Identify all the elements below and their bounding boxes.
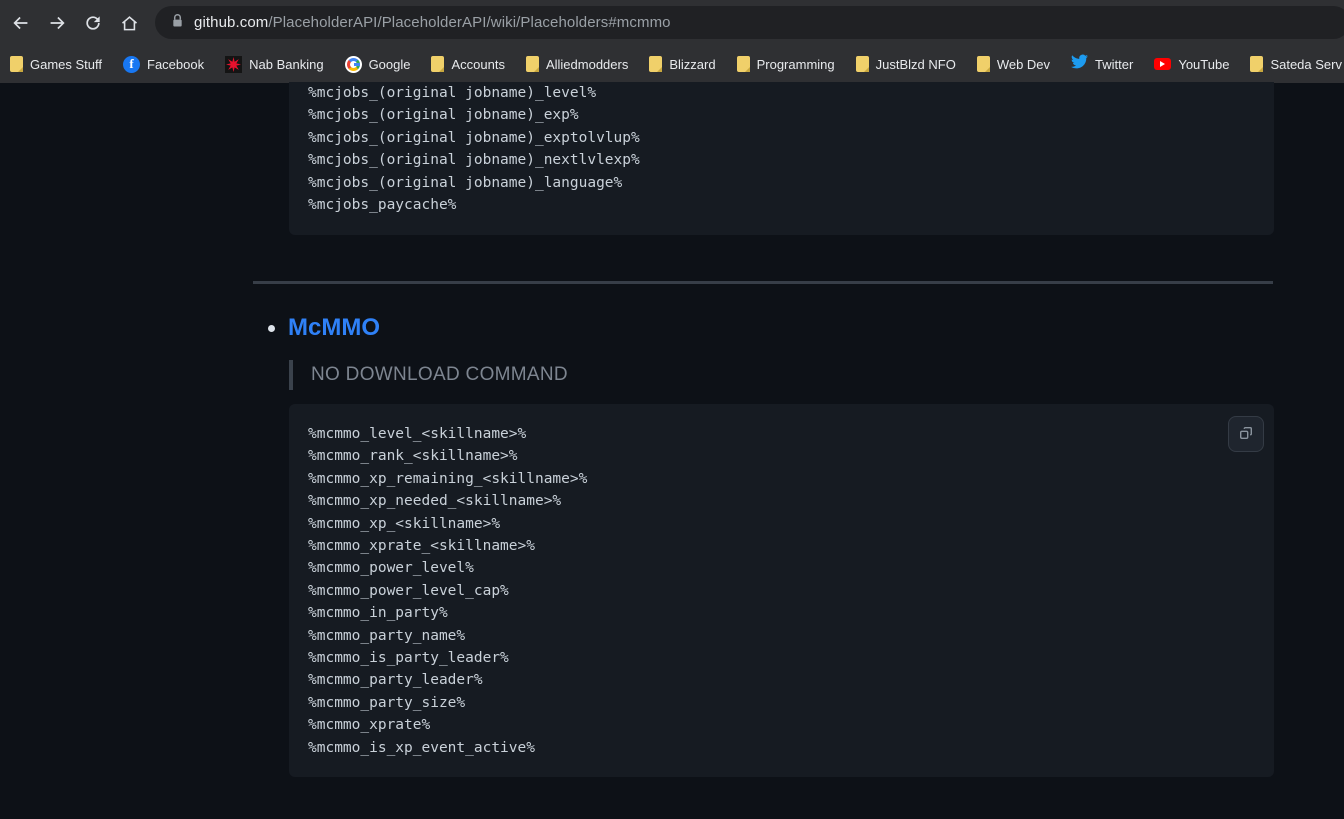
folder-icon <box>737 56 750 72</box>
youtube-icon <box>1154 58 1171 70</box>
no-download-note: NO DOWNLOAD COMMAND <box>289 360 568 390</box>
folder-icon <box>649 56 662 72</box>
mcjobs-code-block: %mcjobs_(original jobname)_level% %mcjob… <box>289 82 1274 235</box>
bookmark-games-stuff[interactable]: Games Stuff <box>10 51 102 77</box>
folder-icon <box>977 56 990 72</box>
twitter-icon <box>1071 54 1088 74</box>
home-button[interactable] <box>115 9 143 37</box>
address-bar[interactable]: github.com/PlaceholderAPI/PlaceholderAPI… <box>155 6 1344 39</box>
bookmark-twitter[interactable]: Twitter <box>1071 51 1133 77</box>
bookmark-blizzard[interactable]: Blizzard <box>649 51 715 77</box>
google-icon <box>345 56 362 73</box>
section-divider <box>253 281 1273 284</box>
copy-button[interactable] <box>1228 416 1264 452</box>
folder-icon <box>1250 56 1263 72</box>
bookmark-justblzd-nfo[interactable]: JustBlzd NFO <box>856 51 956 77</box>
bookmark-accounts[interactable]: Accounts <box>431 51 504 77</box>
back-icon <box>10 12 32 34</box>
copy-icon <box>1238 425 1254 444</box>
bookmark-facebook[interactable]: fFacebook <box>123 51 204 77</box>
lock-icon[interactable] <box>171 13 184 33</box>
mcmmo-code-block: %mcmmo_level_<skillname>% %mcmmo_rank_<s… <box>289 404 1274 777</box>
url-text: github.com/PlaceholderAPI/PlaceholderAPI… <box>194 14 671 31</box>
folder-icon <box>10 56 23 72</box>
folder-icon <box>856 56 869 72</box>
home-icon <box>119 13 140 34</box>
list-bullet <box>268 325 275 332</box>
no-download-note-text: NO DOWNLOAD COMMAND <box>311 364 568 386</box>
bookmark-youtube[interactable]: YouTube <box>1154 51 1229 77</box>
bookmarks-bar: Games Stuff fFacebook Nab Banking Google… <box>0 45 1344 83</box>
browser-toolbar: github.com/PlaceholderAPI/PlaceholderAPI… <box>0 0 1344 45</box>
bookmark-google[interactable]: Google <box>345 51 411 77</box>
reload-icon <box>83 13 103 33</box>
url-domain: github.com <box>194 14 268 31</box>
forward-button[interactable] <box>43 9 71 37</box>
mcmmo-code-text: %mcmmo_level_<skillname>% %mcmmo_rank_<s… <box>289 404 1274 778</box>
reload-button[interactable] <box>79 9 107 37</box>
bookmark-alliedmodders[interactable]: Alliedmodders <box>526 51 628 77</box>
wiki-page-content: %mcjobs_(original jobname)_level% %mcjob… <box>0 83 1344 819</box>
browser-window: github.com/PlaceholderAPI/PlaceholderAPI… <box>0 0 1344 819</box>
nab-star-icon <box>225 56 242 73</box>
bookmark-nab-banking[interactable]: Nab Banking <box>225 51 323 77</box>
bookmark-sateda-serv[interactable]: Sateda Serv <box>1250 51 1342 77</box>
facebook-icon: f <box>123 56 140 73</box>
forward-icon <box>46 12 68 34</box>
folder-icon <box>431 56 444 72</box>
bookmark-programming[interactable]: Programming <box>737 51 835 77</box>
back-button[interactable] <box>7 9 35 37</box>
mcmmo-heading-link[interactable]: McMMO <box>288 313 380 343</box>
url-path: /PlaceholderAPI/PlaceholderAPI/wiki/Plac… <box>268 14 670 31</box>
bookmark-web-dev[interactable]: Web Dev <box>977 51 1050 77</box>
folder-icon <box>526 56 539 72</box>
